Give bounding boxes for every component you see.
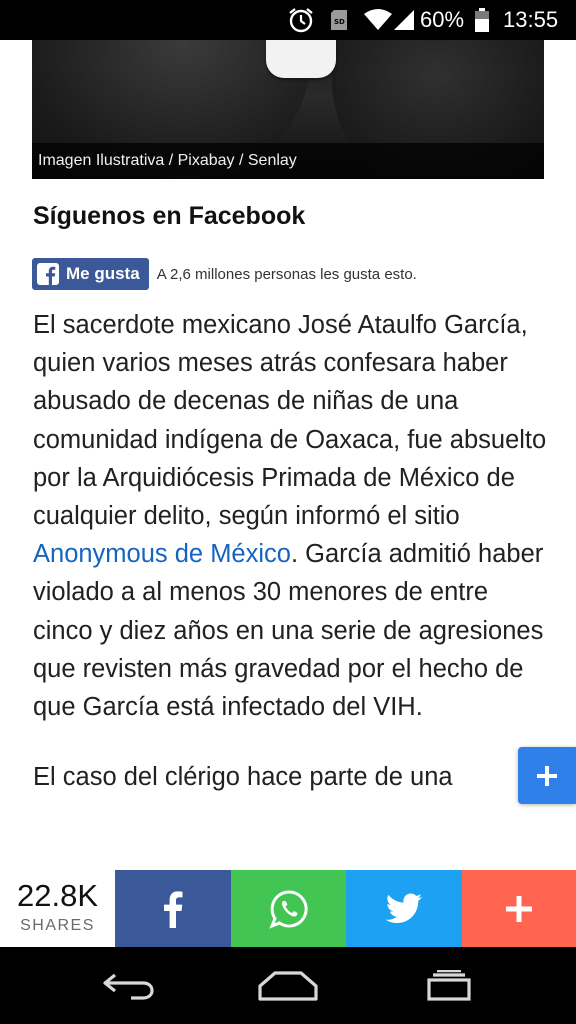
system-navigation-bar [0, 947, 576, 1024]
recent-apps-button[interactable] [404, 947, 494, 1024]
facebook-like-row: Me gusta A 2,6 millones personas les gus… [32, 258, 417, 290]
facebook-share-button[interactable] [115, 870, 231, 947]
home-button[interactable] [243, 947, 333, 1024]
status-bar: SD 60% 13:55 [0, 0, 576, 40]
plus-icon [537, 765, 557, 786]
facebook-icon [164, 890, 183, 928]
clock: 13:55 [503, 7, 559, 32]
back-button[interactable] [84, 947, 174, 1024]
back-icon [103, 973, 154, 1000]
recent-apps-icon [427, 969, 471, 1001]
floating-plus-button[interactable] [518, 747, 576, 804]
whatsapp-icon [268, 889, 308, 929]
alarm-icon [286, 0, 318, 40]
whatsapp-share-button[interactable] [231, 870, 346, 947]
article-paragraph: El caso del clérigo hace parte de una [33, 763, 453, 792]
anonymous-mexico-link[interactable]: Anonymous de México [33, 540, 291, 568]
signal-icon [394, 0, 414, 40]
share-counter: 22.8K SHARES [0, 870, 115, 947]
wifi-icon [364, 0, 392, 40]
clerical-collar [266, 40, 336, 78]
image-caption: Imagen Ilustrativa / Pixabay / Senlay [32, 143, 544, 179]
twitter-icon [385, 893, 422, 923]
svg-text:SD: SD [334, 18, 345, 26]
like-count-text: A 2,6 millones personas les gusta esto. [156, 265, 417, 283]
facebook-icon [37, 263, 59, 285]
article-paragraph: El sacerdote mexicano José Ataulfo Garcí… [33, 311, 547, 722]
section-heading: Síguenos en Facebook [33, 202, 306, 230]
more-share-button[interactable] [462, 870, 576, 947]
share-count: 22.8K [16, 878, 98, 913]
sd-card-icon: SD [330, 0, 350, 40]
share-count-label: SHARES [20, 917, 95, 934]
battery-percent: 60% [420, 7, 465, 32]
like-button-label: Me gusta [66, 264, 140, 283]
twitter-share-button[interactable] [346, 870, 462, 947]
home-icon [258, 970, 318, 1001]
plus-icon [506, 895, 532, 922]
battery-icon [475, 0, 491, 40]
facebook-like-button[interactable]: Me gusta [32, 258, 149, 290]
article-image: Imagen Ilustrativa / Pixabay / Senlay [32, 40, 544, 179]
share-bar: 22.8K SHARES [0, 870, 576, 947]
article-body: El sacerdote mexicano José Ataulfo Garcí… [33, 306, 553, 796]
